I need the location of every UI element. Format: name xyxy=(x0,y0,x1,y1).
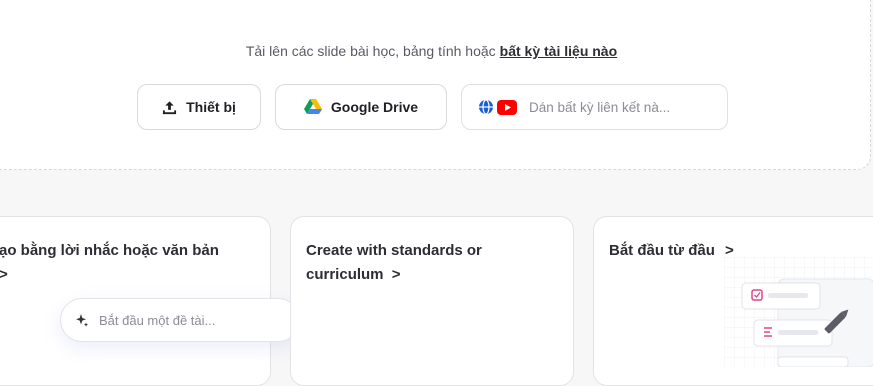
youtube-icon xyxy=(497,99,517,115)
google-drive-label: Google Drive xyxy=(330,99,419,115)
globe-icon xyxy=(479,99,493,115)
prompt-card-title: ạo bằng lời nhắc hoặc văn bản > xyxy=(0,239,259,287)
standards-card-title: Create with standards or curriculum > xyxy=(306,239,546,287)
chevron-right-icon: > xyxy=(0,266,8,283)
standards-card[interactable]: Create with standards or curriculum > xyxy=(290,216,574,386)
paste-link-input[interactable] xyxy=(527,98,721,116)
scratch-illustration xyxy=(724,257,873,367)
upload-prompt-text: Tải lên các slide bài học, bảng tính hoặ… xyxy=(245,43,496,59)
device-upload-label: Thiết bị xyxy=(186,99,236,115)
topic-input-field[interactable] xyxy=(60,298,300,342)
device-upload-button[interactable]: Thiết bị xyxy=(137,84,261,130)
prompt-card-title-text: ạo bằng lời nhắc hoặc văn bản xyxy=(0,242,219,259)
sparkle-icon xyxy=(76,314,88,327)
chevron-right-icon: > xyxy=(391,266,401,283)
google-drive-icon xyxy=(303,99,322,114)
topic-input[interactable] xyxy=(97,311,281,329)
scratch-card[interactable]: Bắt đầu từ đầu > xyxy=(593,216,873,386)
scratch-card-title: Bắt đầu từ đầu > xyxy=(609,239,734,263)
scratch-card-title-text: Bắt đầu từ đầu xyxy=(609,242,715,259)
any-document-link[interactable]: bất kỳ tài liệu nào xyxy=(500,43,617,59)
google-drive-button[interactable]: Google Drive xyxy=(275,84,447,130)
paste-link-field[interactable] xyxy=(461,84,728,130)
prompt-card[interactable]: ạo bằng lời nhắc hoặc văn bản > xyxy=(0,216,300,386)
upload-prompt: Tải lên các slide bài học, bảng tính hoặ… xyxy=(0,43,868,59)
upload-icon xyxy=(163,100,177,114)
